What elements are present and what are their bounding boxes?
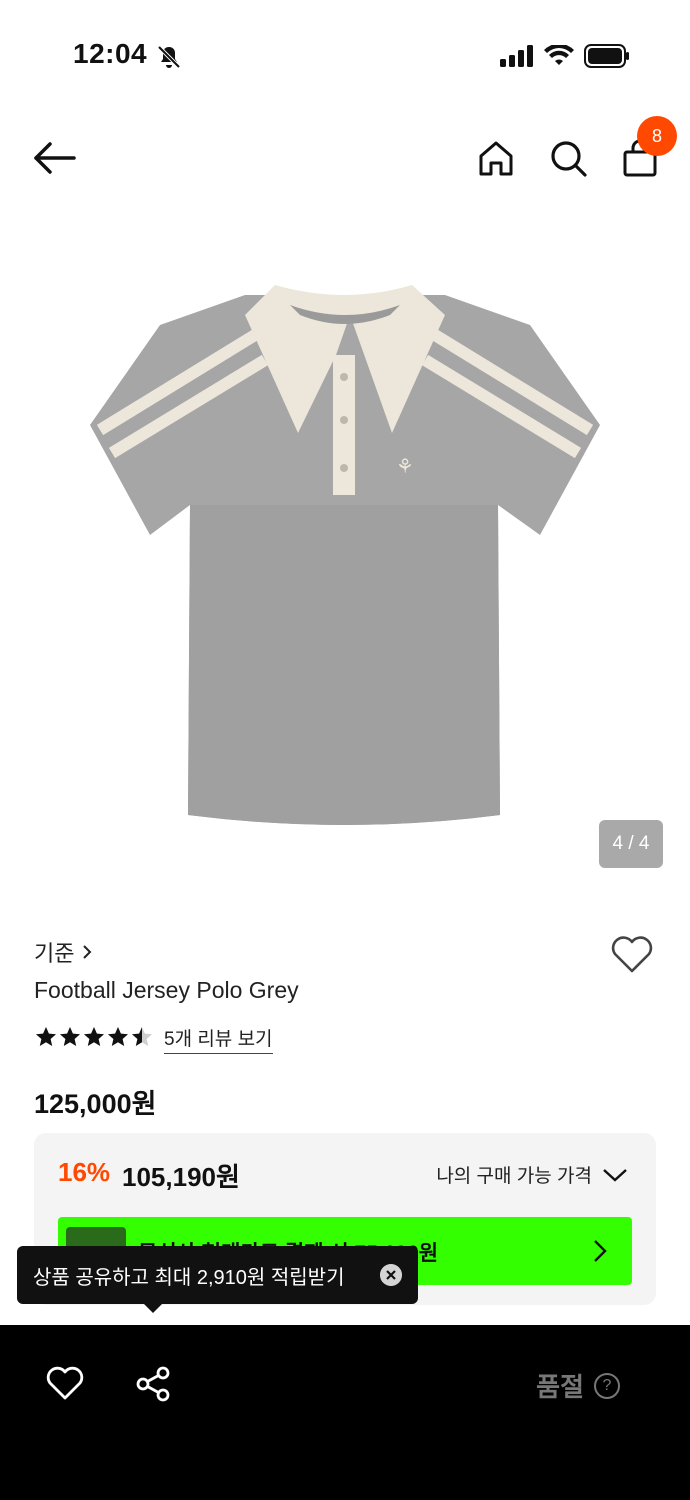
share-reward-tooltip: 상품 공유하고 최대 2,910원 적립받기 (17, 1246, 418, 1304)
tooltip-pointer (143, 1303, 163, 1313)
star-icon (60, 1026, 80, 1046)
svg-text:⚘: ⚘ (396, 454, 414, 478)
chevron-down-icon (603, 1168, 627, 1182)
discount-price: 105,190원 (122, 1162, 240, 1192)
product-name: Football Jersey Polo Grey (34, 977, 299, 1003)
soldout-label: 품절 (536, 1372, 584, 1402)
wishlist-heart-icon[interactable] (610, 934, 654, 974)
signal-icon (500, 45, 533, 67)
original-price: 125,000원 (34, 1089, 157, 1119)
home-icon[interactable] (476, 138, 516, 178)
brand-link[interactable]: 기준 (34, 936, 92, 968)
share-icon[interactable] (134, 1365, 172, 1403)
review-link[interactable]: 5개 리뷰 보기 (164, 1024, 273, 1054)
chevron-right-icon (594, 1240, 607, 1262)
star-icon (84, 1026, 104, 1046)
cart-count-badge: 8 (637, 116, 677, 156)
back-arrow-icon[interactable] (30, 138, 78, 178)
bottom-action-bar: 품절 ? (0, 1325, 690, 1500)
wifi-icon (544, 45, 574, 65)
bell-muted-icon (157, 45, 181, 69)
status-bar: 12:04 (0, 0, 690, 110)
brand-name: 기준 (34, 941, 75, 966)
tooltip-text: 상품 공유하고 최대 2,910원 적립받기 (33, 1266, 345, 1289)
rating-row: 5개 리뷰 보기 (34, 1024, 273, 1054)
help-icon[interactable]: ? (594, 1373, 620, 1399)
discount-rate: 16% (58, 1157, 111, 1187)
star-icon (36, 1026, 56, 1046)
top-navigation (0, 120, 690, 200)
product-image[interactable]: ⚘ (0, 215, 690, 905)
close-icon[interactable] (380, 1264, 402, 1286)
chevron-right-icon (83, 945, 92, 959)
rating-stars (34, 1025, 154, 1054)
search-icon[interactable] (548, 138, 588, 178)
my-price-label: 나의 구매 가능 가격 (436, 1166, 592, 1187)
heart-icon[interactable] (46, 1365, 84, 1401)
status-time: 12:04 (73, 38, 148, 69)
battery-icon (584, 44, 629, 68)
image-page-indicator: 4 / 4 (599, 820, 663, 868)
star-icon (132, 1026, 152, 1046)
status-indicators (500, 44, 630, 68)
star-icon (108, 1026, 128, 1046)
my-price-toggle[interactable]: 나의 구매 가능 가격 (436, 1161, 628, 1188)
